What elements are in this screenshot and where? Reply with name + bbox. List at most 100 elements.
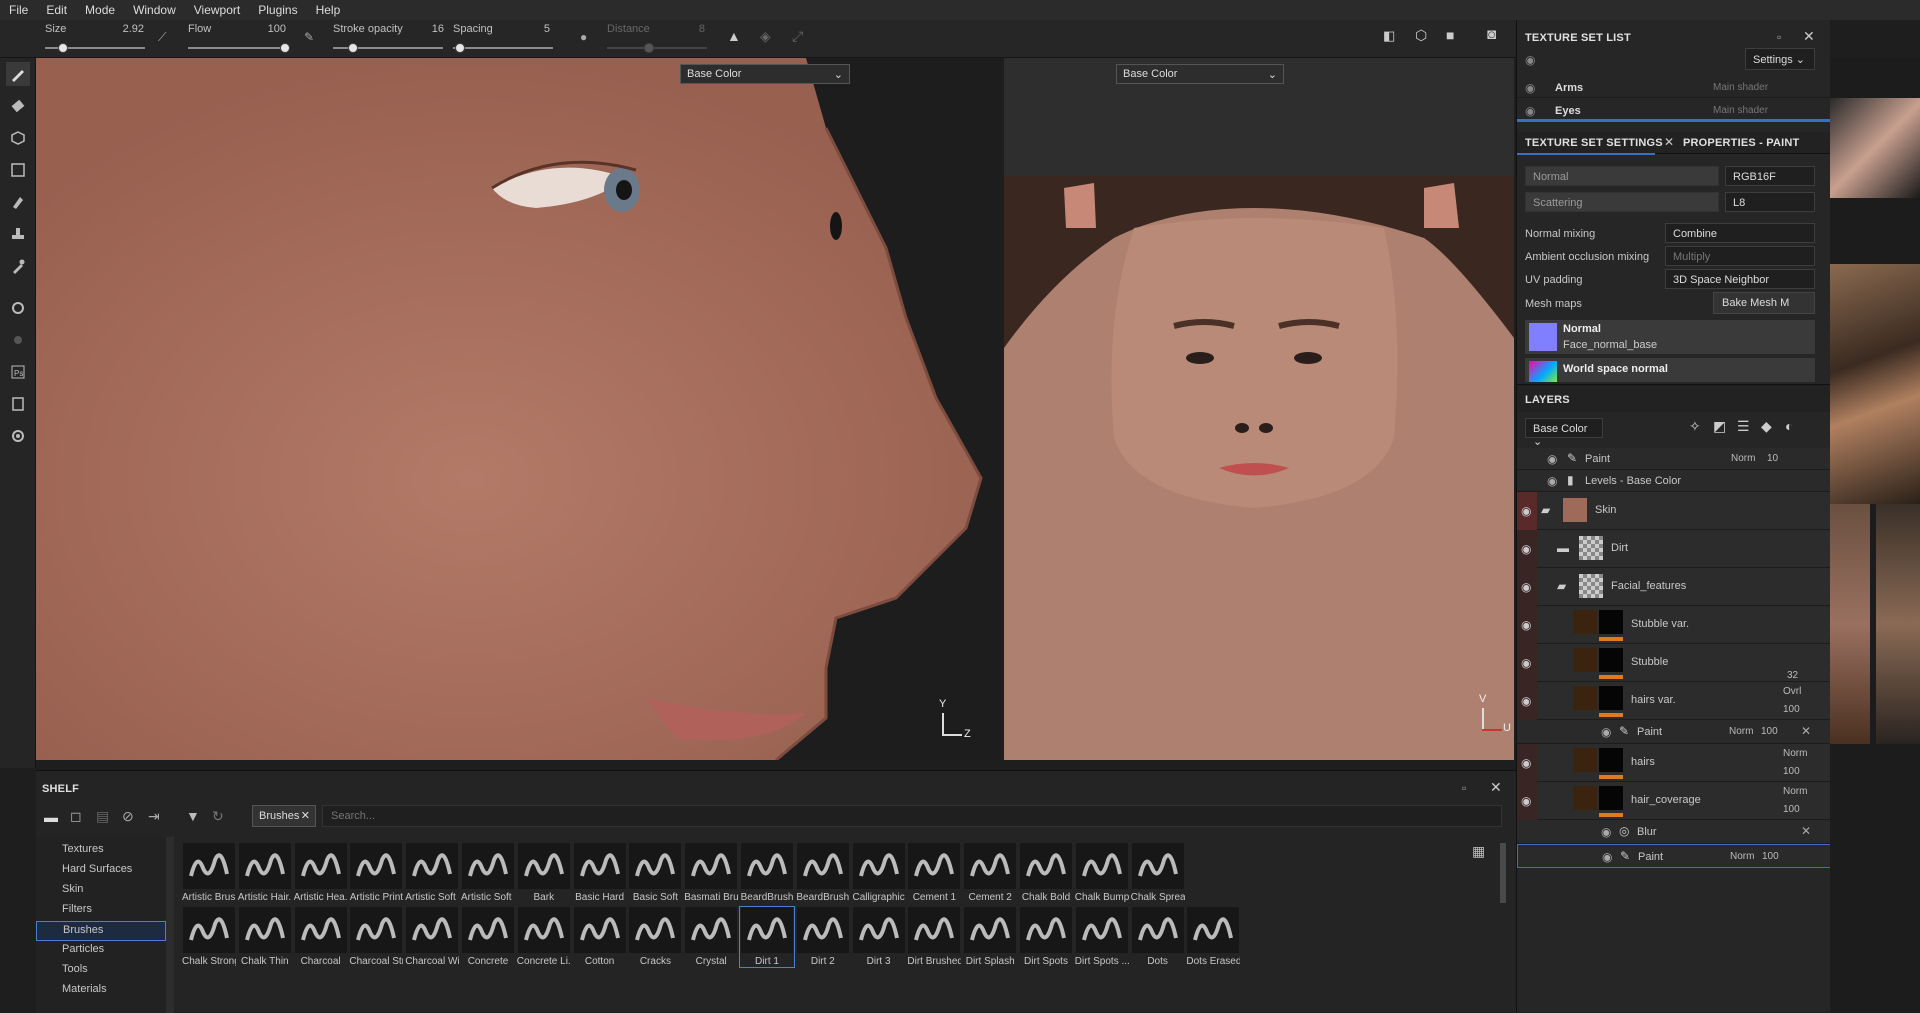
eye-icon[interactable]: ◉ — [1521, 618, 1531, 632]
layers-channel-dropdown[interactable]: Base Color ⌄ — [1525, 418, 1603, 448]
eraser-icon[interactable] — [6, 94, 30, 118]
category-textures[interactable]: Textures — [36, 841, 166, 861]
layer-skin[interactable]: ◉ ▰ Skin — [1517, 492, 1831, 530]
layer-hair-coverage[interactable]: ◉ hair_coverage Norm 100 — [1517, 782, 1831, 820]
brush-basic-hard[interactable]: Basic Hard — [573, 843, 627, 903]
layer-stubble[interactable]: ◉ Stubble 32 — [1517, 644, 1831, 682]
brush-artistic-soft[interactable]: Artistic Soft ... — [405, 843, 459, 903]
blend-mode[interactable]: Norm — [1731, 453, 1755, 464]
blend-mode[interactable]: Norm — [1729, 726, 1753, 737]
opacity-value[interactable]: 100 — [1761, 726, 1778, 737]
export-icon[interactable] — [6, 392, 30, 416]
format-l8-dropdown[interactable]: L8 — [1725, 192, 1815, 212]
brush-cement-1[interactable]: Cement 1 — [907, 843, 961, 903]
folder-icon[interactable]: ▬ — [44, 809, 58, 825]
brush-charcoal-wi[interactable]: Charcoal Wi... — [405, 907, 459, 967]
brush-concrete[interactable]: Concrete — [461, 907, 515, 967]
transform-icon[interactable]: ⤢ — [792, 28, 803, 45]
category-materials[interactable]: Materials — [36, 981, 166, 1001]
smudge-icon[interactable] — [6, 190, 30, 214]
paint-brush-icon[interactable] — [6, 62, 30, 86]
menu-mode[interactable]: Mode — [76, 3, 124, 17]
brush-beardbrush[interactable]: BeardBrush — [740, 843, 794, 903]
category-particles[interactable]: Particles — [36, 941, 166, 961]
eye-icon[interactable]: ◉ — [1521, 504, 1531, 518]
opacity-value[interactable]: 100 — [1783, 804, 1800, 815]
filter-tag-brushes[interactable]: Brushes ✕ — [252, 805, 316, 827]
eye-icon[interactable]: ◉ — [1521, 694, 1531, 708]
category-filters[interactable]: Filters — [36, 901, 166, 921]
stroke-opacity-value[interactable]: 16 — [414, 23, 444, 35]
brush-charcoal[interactable]: Charcoal — [294, 907, 348, 967]
brush-cement-2[interactable]: Cement 2 — [963, 843, 1017, 903]
viewport2d-channel-select[interactable]: Base Color ⌄ — [1116, 64, 1284, 84]
maximize-icon[interactable]: ▫ — [1777, 30, 1781, 44]
brush-crystal[interactable]: Crystal — [684, 907, 738, 967]
tab-properties-paint[interactable]: PROPERTIES - PAINT — [1683, 137, 1799, 149]
category-hard-surfaces[interactable]: Hard Surfaces — [36, 861, 166, 881]
reference-image[interactable] — [1876, 504, 1920, 744]
opacity-value[interactable]: 32 — [1787, 670, 1798, 681]
folder-open-icon[interactable]: ▰ — [1541, 503, 1550, 517]
menu-plugins[interactable]: Plugins — [249, 3, 306, 17]
photoshop-export-icon[interactable]: Ps — [6, 360, 30, 384]
add-layer-icon[interactable]: ☰ — [1737, 418, 1750, 435]
texture-set-eyes[interactable]: ◉ Eyes Main shader — [1517, 100, 1831, 122]
add-fill-layer-icon[interactable]: ◆ — [1761, 418, 1772, 435]
viewport-3d[interactable]: Base Color ⌄ Y Z — [36, 58, 1002, 760]
close-icon[interactable]: ✕ — [1490, 779, 1502, 796]
eye-icon[interactable]: ◉ — [1521, 580, 1531, 594]
add-mask-icon[interactable]: ◩ — [1713, 418, 1726, 435]
close-icon[interactable]: ✕ — [1801, 724, 1811, 738]
brush-artistic-brus[interactable]: Artistic Brus... — [182, 843, 236, 903]
menu-viewport[interactable]: Viewport — [185, 3, 249, 17]
layer-hairs-var-paint[interactable]: ◉ ✎ Paint Norm 100 ✕ — [1517, 720, 1831, 744]
eye-icon[interactable]: ◉ — [1601, 725, 1611, 739]
texture-set-settings-dropdown[interactable]: Settings ⌄ — [1745, 48, 1815, 70]
eye-icon[interactable]: ◉ — [1547, 474, 1557, 488]
menu-file[interactable]: File — [0, 3, 37, 17]
brush-dirt-spots[interactable]: Dirt Spots ... — [1075, 907, 1129, 967]
flow-value[interactable]: 100 — [256, 23, 286, 35]
blend-mode[interactable]: Norm — [1783, 786, 1807, 797]
tab-texture-set-settings[interactable]: TEXTURE SET SETTINGS — [1525, 137, 1663, 149]
brush-artistic-print[interactable]: Artistic Print — [349, 843, 403, 903]
opacity-value[interactable]: 100 — [1783, 704, 1800, 715]
eye-icon[interactable]: ◉ — [1525, 104, 1535, 118]
bake-icon[interactable] — [6, 296, 30, 320]
lazy-mouse-icon[interactable]: ● — [580, 30, 587, 44]
eye-icon[interactable]: ◉ — [1547, 452, 1557, 466]
texture-set-shader[interactable]: Main shader — [1713, 105, 1768, 116]
save-icon[interactable]: ▤ — [96, 808, 109, 825]
brush-chalk-bold[interactable]: Chalk Bold — [1019, 843, 1073, 903]
split-view-icon[interactable]: ◧ — [1383, 28, 1395, 44]
screenshot-icon[interactable]: ◙ — [1487, 26, 1496, 43]
spacing-slider[interactable] — [453, 47, 553, 49]
size-value[interactable]: 2.92 — [114, 23, 144, 35]
opacity-value[interactable]: 100 — [1762, 851, 1779, 862]
hide-icon[interactable]: ⊘ — [122, 808, 134, 825]
brush-bark[interactable]: Bark — [517, 843, 571, 903]
menu-window[interactable]: Window — [124, 3, 185, 17]
maximize-icon[interactable]: ▫ — [1462, 781, 1466, 795]
close-icon[interactable]: ✕ — [1803, 28, 1815, 45]
menu-help[interactable]: Help — [307, 3, 350, 17]
stroke-opacity-knob[interactable] — [348, 43, 358, 53]
import-icon[interactable]: ⇥ — [148, 808, 160, 825]
reference-image[interactable] — [1830, 264, 1920, 504]
clone-stamp-icon[interactable] — [6, 222, 30, 246]
category-skin[interactable]: Skin — [36, 881, 166, 901]
folder-icon[interactable]: ▬ — [1557, 541, 1569, 555]
brush-cracks[interactable]: Cracks — [628, 907, 682, 967]
brush-beardbrush[interactable]: BeardBrush — [796, 843, 850, 903]
blend-mode[interactable]: Norm — [1730, 851, 1754, 862]
viewport3d-channel-select[interactable]: Base Color ⌄ — [680, 64, 850, 84]
category-brushes[interactable]: Brushes — [36, 921, 166, 941]
flow-slider[interactable] — [188, 47, 288, 49]
format-rgb16f-dropdown[interactable]: RGB16F — [1725, 166, 1815, 186]
brush-dirt-1[interactable]: Dirt 1 — [739, 906, 795, 968]
add-effect-icon[interactable]: ✧ — [1689, 418, 1701, 435]
projection-icon[interactable] — [6, 126, 30, 150]
channel-scattering-field[interactable]: Scattering — [1525, 192, 1719, 212]
pen-pressure-icon[interactable]: ⟋ — [158, 30, 166, 45]
